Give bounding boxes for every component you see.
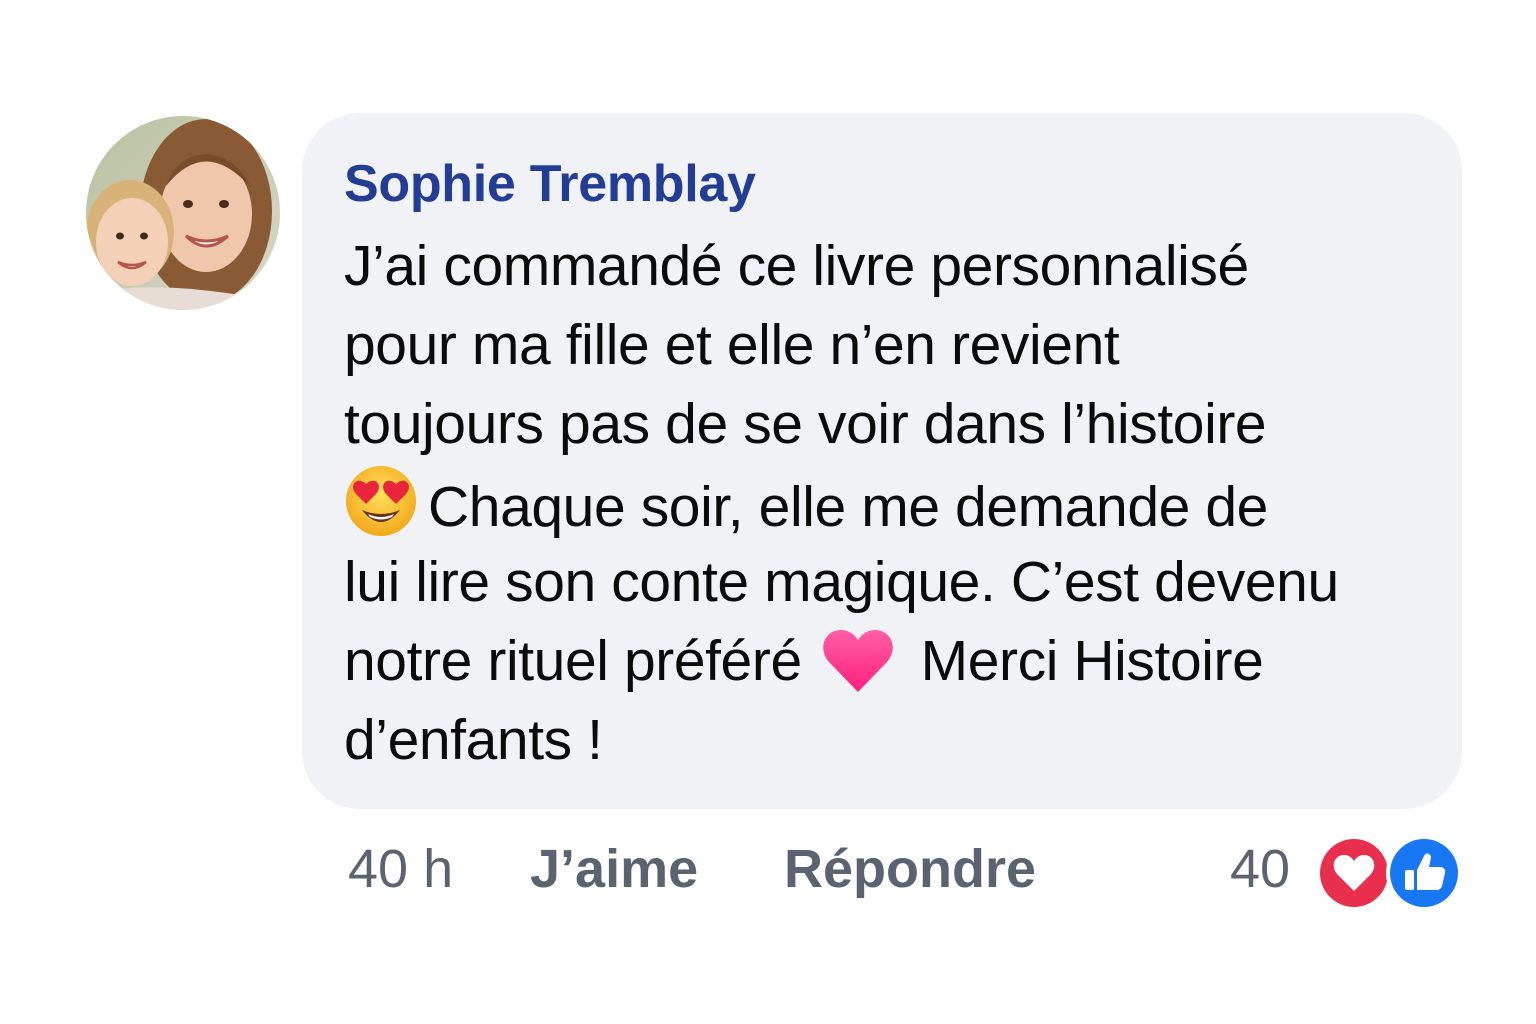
comment-text: J’ai commandé ce livre personnalisé pour… [344, 227, 1442, 780]
comment-line: pour ma fille et elle n’en revient [344, 313, 1120, 377]
comment-line: J’ai commandé ce livre personnalisé [344, 234, 1249, 298]
reply-button[interactable]: Répondre [784, 834, 1036, 904]
comment-line: toujours pas de se voir dans l’histoire [344, 392, 1267, 456]
comment-bubble: Sophie Tremblay J’ai commandé ce livre p… [302, 113, 1462, 809]
comment-line: lui lire son conte magique. C’est devenu [344, 550, 1339, 614]
comment-line-with-emoji: notre rituel préféré Merci Histoire [344, 622, 1442, 701]
like-reaction-icon[interactable] [1386, 835, 1462, 911]
love-reaction-icon[interactable] [1316, 835, 1392, 911]
comment-line-with-emoji: Chaque soir, elle me demande de [344, 464, 1442, 543]
comment-page: Sophie Tremblay J’ai commandé ce livre p… [0, 0, 1536, 1024]
pink-heart-emoji [821, 628, 895, 694]
comment-line-text: Chaque soir, elle me demande de [428, 475, 1268, 539]
comment-line-text: Merci Histoire [920, 629, 1264, 693]
timestamp[interactable]: 40 h [348, 834, 453, 904]
heart-eyes-emoji [344, 464, 418, 538]
reaction-count[interactable]: 40 [1230, 834, 1290, 904]
comment-line: d’enfants ! [344, 708, 603, 772]
avatar-photo [86, 116, 280, 310]
comment-actions: 40 h J’aime Répondre 40 [0, 834, 1536, 911]
author-name[interactable]: Sophie Tremblay [344, 149, 1442, 219]
comment-line-text: notre rituel préféré [344, 629, 802, 693]
avatar[interactable] [86, 116, 280, 310]
like-button[interactable]: J’aime [530, 834, 698, 904]
